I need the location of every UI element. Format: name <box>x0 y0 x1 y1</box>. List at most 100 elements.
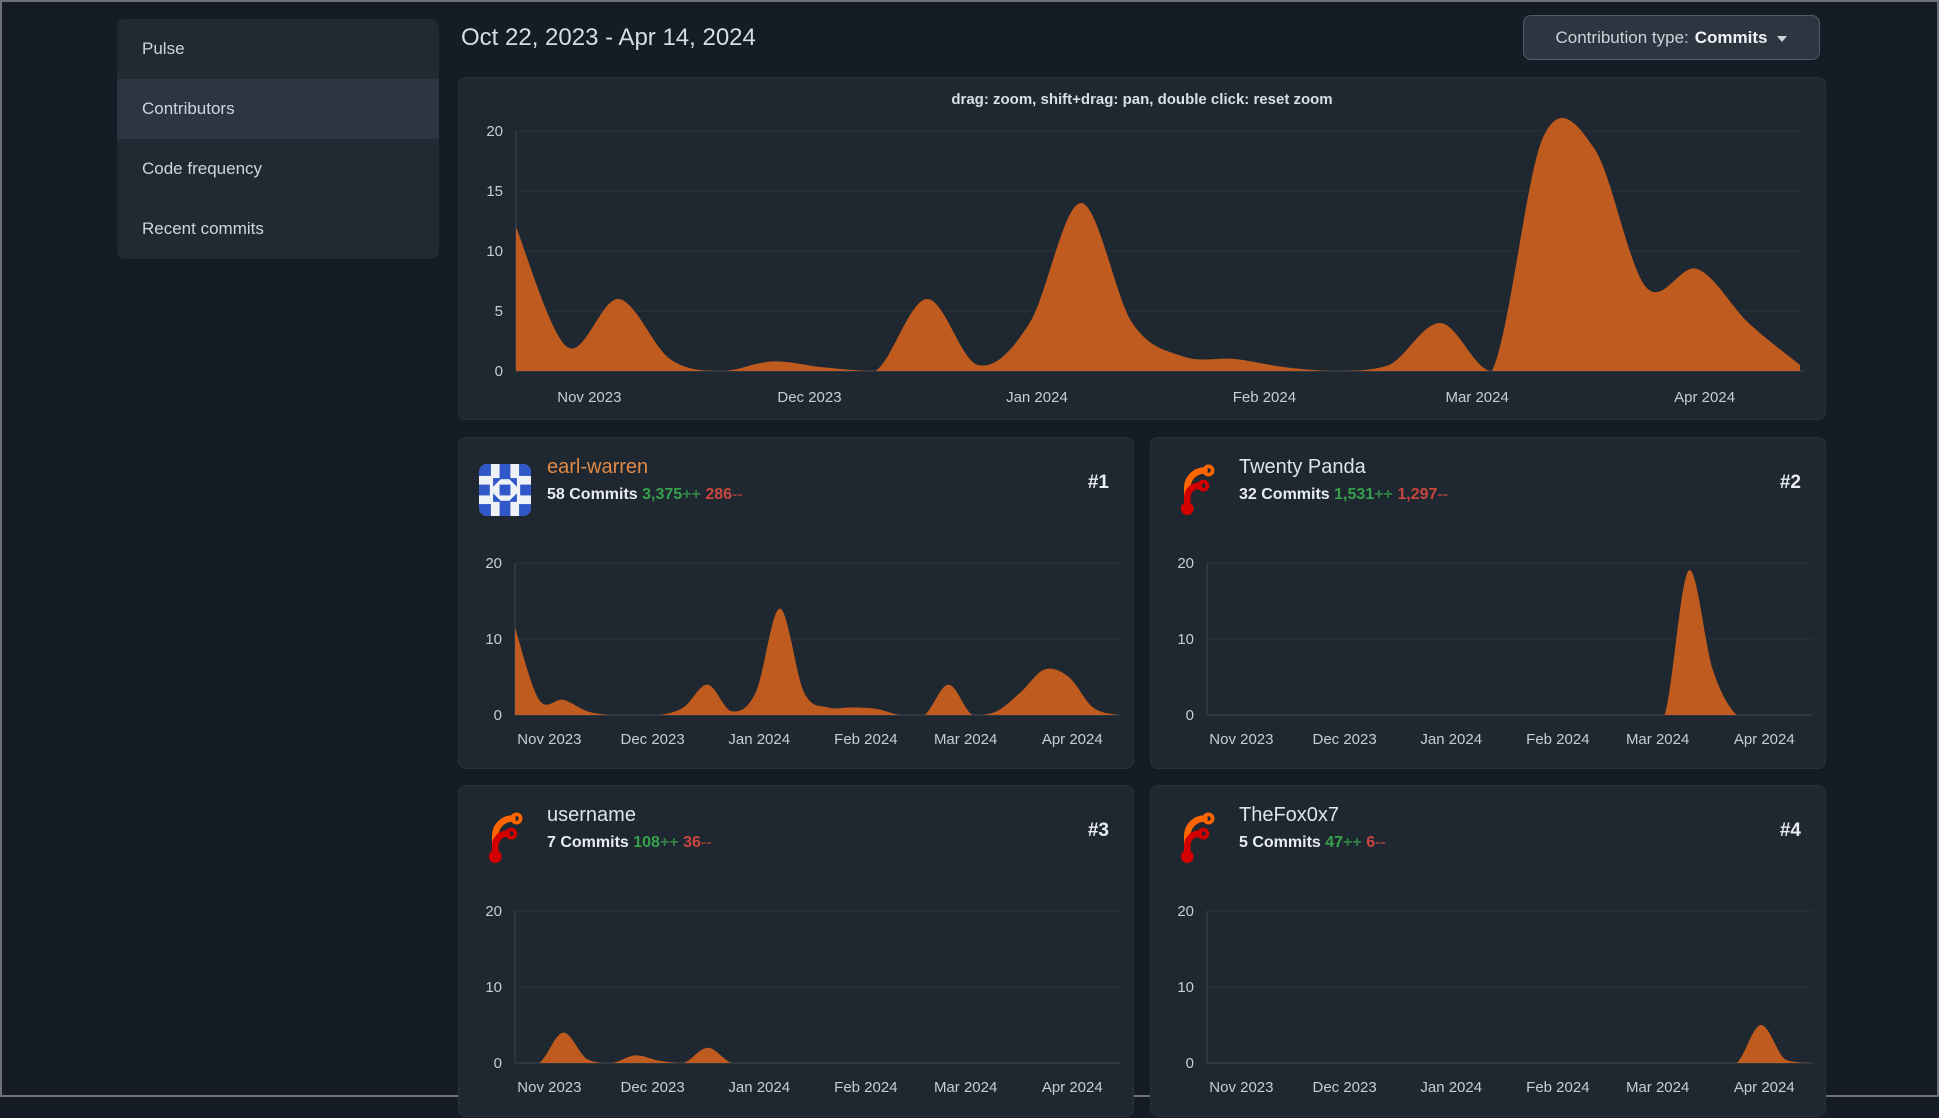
contributor-stats: 32 Commits 1,531++ 1,297-- <box>1239 486 1448 504</box>
svg-text:0: 0 <box>495 363 503 380</box>
svg-text:Nov 2023: Nov 2023 <box>517 731 581 748</box>
additions-symbol: ++ <box>1374 486 1393 503</box>
svg-text:Apr 2024: Apr 2024 <box>1042 731 1103 748</box>
contributor-card: earl-warren 58 Commits 3,375++ 286-- #1 … <box>458 437 1134 769</box>
svg-text:Feb 2024: Feb 2024 <box>1526 1079 1589 1096</box>
sidebar-item-label: Pulse <box>142 39 185 58</box>
contributor-area-chart[interactable]: 0 10 20 Nov 2023 Dec 2023 Jan 2024 Feb 2024 Mar… <box>1151 526 1827 770</box>
deletions-symbol: -- <box>1375 834 1386 851</box>
contributor-rank-badge: #4 <box>1779 820 1801 841</box>
main-contributions-chart-panel: drag: zoom, shift+drag: pan, double clic… <box>458 77 1826 420</box>
svg-text:20: 20 <box>485 555 502 572</box>
svg-text:15: 15 <box>486 183 503 200</box>
svg-text:Dec 2023: Dec 2023 <box>620 1079 684 1096</box>
contributor-area-chart[interactable]: 0 10 20 Nov 2023 Dec 2023 Jan 2024 Feb 2024 Mar… <box>459 526 1135 770</box>
svg-text:Dec 2023: Dec 2023 <box>620 731 684 748</box>
contributor-name[interactable]: earl-warren <box>547 456 648 479</box>
svg-text:Jan 2024: Jan 2024 <box>1420 1079 1482 1096</box>
additions-symbol: ++ <box>1343 834 1362 851</box>
chevron-down-icon <box>1777 35 1788 42</box>
sidebar-item-code-frequency[interactable]: Code frequency <box>117 139 439 199</box>
svg-text:Apr 2024: Apr 2024 <box>1042 1079 1103 1096</box>
svg-text:Feb 2024: Feb 2024 <box>1526 731 1589 748</box>
additions-count: 3,375 <box>642 486 683 503</box>
forgejo-logo-avatar[interactable] <box>479 812 531 864</box>
svg-text:0: 0 <box>1186 707 1194 724</box>
deletions-count: 6 <box>1366 834 1376 851</box>
contributor-rank-badge: #3 <box>1087 820 1109 841</box>
svg-text:Jan 2024: Jan 2024 <box>728 731 790 748</box>
sidebar-item-recent-commits[interactable]: Recent commits <box>117 199 439 259</box>
contributor-card: TheFox0x7 5 Commits 47++ 6-- #4 0 10 20 Nov… <box>1150 785 1826 1117</box>
svg-text:Dec 2023: Dec 2023 <box>777 389 841 406</box>
sidebar-item-pulse[interactable]: Pulse <box>117 19 439 79</box>
additions-symbol: ++ <box>682 486 701 503</box>
svg-text:Apr 2024: Apr 2024 <box>1734 731 1795 748</box>
svg-text:Mar 2024: Mar 2024 <box>934 731 997 748</box>
svg-text:20: 20 <box>1177 555 1194 572</box>
svg-text:10: 10 <box>486 243 503 260</box>
svg-text:Nov 2023: Nov 2023 <box>557 389 621 406</box>
additions-count: 47 <box>1325 834 1344 851</box>
contributor-area-chart[interactable]: 0 10 20 Nov 2023 Dec 2023 Jan 2024 Feb 2024 Mar… <box>1151 874 1827 1118</box>
svg-text:Mar 2024: Mar 2024 <box>1626 1079 1689 1096</box>
contributions-area-chart[interactable]: 0 5 10 15 20 Nov 2023 Dec 2023 Jan 2024 Feb 2024… <box>459 78 1827 421</box>
contributor-stats: 5 Commits 47++ 6-- <box>1239 834 1386 852</box>
forgejo-logo-avatar[interactable] <box>1171 464 1223 516</box>
svg-text:0: 0 <box>494 1055 502 1072</box>
sidebar-item-label: Contributors <box>142 99 235 118</box>
contributor-rank-badge: #1 <box>1087 472 1109 493</box>
additions-symbol: ++ <box>659 834 679 851</box>
contributor-stats: 7 Commits 108++ 36-- <box>547 834 712 852</box>
svg-text:Feb 2024: Feb 2024 <box>834 1079 897 1096</box>
svg-text:Jan 2024: Jan 2024 <box>1420 731 1482 748</box>
commit-count: 58 Commits <box>547 486 638 503</box>
contributor-stats: 58 Commits 3,375++ 286-- <box>547 486 743 504</box>
svg-text:10: 10 <box>1177 631 1194 648</box>
deletions-count: 36 <box>683 834 701 851</box>
sidebar-item-contributors[interactable]: Contributors <box>117 79 439 139</box>
svg-text:Apr 2024: Apr 2024 <box>1734 1079 1795 1096</box>
svg-text:20: 20 <box>1177 903 1194 920</box>
svg-text:Dec 2023: Dec 2023 <box>1312 731 1376 748</box>
deletions-count: 286 <box>705 486 733 503</box>
svg-text:Dec 2023: Dec 2023 <box>1312 1079 1376 1096</box>
contributor-name[interactable]: TheFox0x7 <box>1239 804 1339 827</box>
svg-text:Apr 2024: Apr 2024 <box>1674 389 1735 406</box>
deletions-symbol: -- <box>1437 486 1449 503</box>
svg-text:Feb 2024: Feb 2024 <box>1233 389 1296 406</box>
forgejo-logo-avatar[interactable] <box>1171 812 1223 864</box>
commit-count: 5 Commits <box>1239 834 1321 851</box>
commit-count: 32 Commits <box>1239 486 1330 503</box>
additions-count: 1,531 <box>1334 486 1375 503</box>
deletions-count: 1,297 <box>1397 486 1438 503</box>
avatar[interactable] <box>479 464 531 516</box>
deletions-symbol: -- <box>700 834 712 851</box>
svg-text:Jan 2024: Jan 2024 <box>728 1079 790 1096</box>
svg-text:Mar 2024: Mar 2024 <box>934 1079 997 1096</box>
commit-count: 7 Commits <box>547 834 629 851</box>
svg-text:0: 0 <box>1186 1055 1194 1072</box>
svg-text:Feb 2024: Feb 2024 <box>834 731 897 748</box>
contributor-rank-badge: #2 <box>1779 472 1801 493</box>
svg-text:5: 5 <box>495 303 503 320</box>
contribution-type-dropdown[interactable]: Contribution type: Commits <box>1523 15 1820 60</box>
contributor-card: Twenty Panda 32 Commits 1,531++ 1,297-- … <box>1150 437 1826 769</box>
contributor-card: username 7 Commits 108++ 36-- #3 0 10 20 No… <box>458 785 1134 1117</box>
contributor-name[interactable]: username <box>547 804 636 827</box>
activity-sidebar: Pulse Contributors Code frequency Recent… <box>117 19 439 259</box>
contribution-type-value: Commits <box>1694 27 1768 47</box>
svg-text:Nov 2023: Nov 2023 <box>1209 731 1273 748</box>
contributor-name[interactable]: Twenty Panda <box>1239 456 1366 479</box>
svg-text:Mar 2024: Mar 2024 <box>1626 731 1689 748</box>
svg-text:10: 10 <box>1177 979 1194 996</box>
date-range-title: Oct 22, 2023 - Apr 14, 2024 <box>461 24 756 51</box>
svg-text:10: 10 <box>485 631 502 648</box>
contributor-area-chart[interactable]: 0 10 20 Nov 2023 Dec 2023 Jan 2024 Feb 2024 Mar… <box>459 874 1135 1118</box>
svg-text:10: 10 <box>485 979 502 996</box>
svg-text:20: 20 <box>486 123 503 140</box>
svg-text:20: 20 <box>485 903 502 920</box>
contribution-type-label: Contribution type: <box>1555 27 1689 47</box>
svg-text:Nov 2023: Nov 2023 <box>517 1079 581 1096</box>
svg-text:Mar 2024: Mar 2024 <box>1445 389 1508 406</box>
